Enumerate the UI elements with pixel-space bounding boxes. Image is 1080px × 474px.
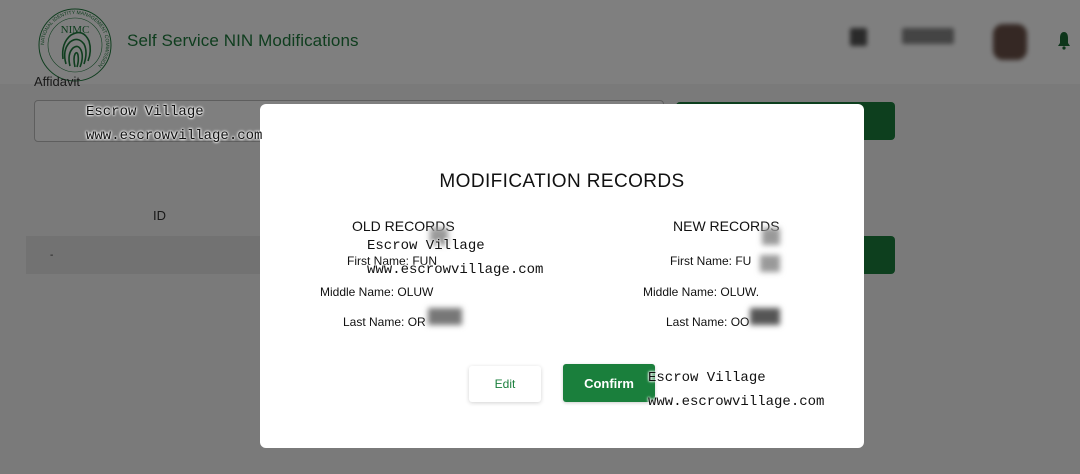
watermark-url: www.escrowvillage.com (648, 394, 825, 410)
edit-button[interactable]: Edit (469, 366, 541, 402)
redaction-mark (428, 308, 462, 325)
watermark: Escrow Village www.escrowvillage.com (367, 234, 543, 282)
old-last-name: Last Name: OR (343, 315, 426, 329)
watermark-url: www.escrowvillage.com (367, 262, 544, 278)
watermark-name: Escrow Village (367, 238, 485, 254)
new-middle-name: Middle Name: OLUW. (643, 285, 760, 299)
watermark: Escrow Village www.escrowvillage.com (648, 366, 824, 414)
watermark-name: Escrow Village (648, 370, 766, 386)
redaction-mark (760, 255, 780, 272)
redaction-mark (750, 308, 780, 325)
watermark-name: Escrow Village (86, 104, 204, 120)
old-middle-name: Middle Name: OLUW (320, 285, 434, 299)
dialog-title: MODIFICATION RECORDS (439, 171, 685, 192)
new-first-name: First Name: FU (670, 254, 752, 268)
confirm-button[interactable]: Confirm (563, 364, 655, 402)
watermark: Escrow Village www.escrowvillage.com (86, 100, 262, 148)
watermark-url: www.escrowvillage.com (86, 128, 263, 144)
new-last-name: Last Name: OO (666, 315, 750, 329)
redaction-mark (762, 228, 780, 245)
